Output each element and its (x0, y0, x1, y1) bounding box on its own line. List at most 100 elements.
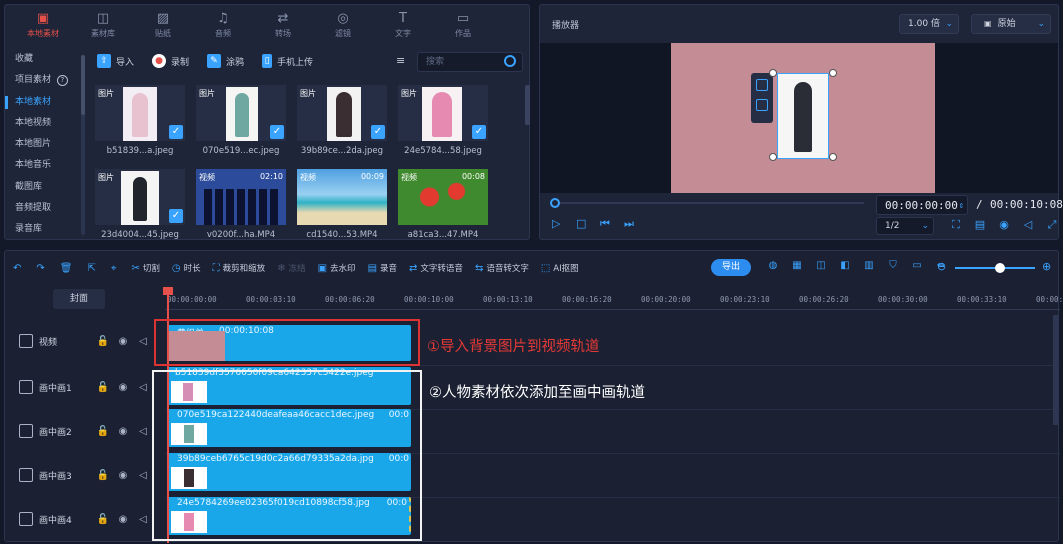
seek-handle[interactable] (550, 198, 560, 208)
delete-button[interactable]: 🗑 (60, 263, 76, 274)
search-icon[interactable] (504, 55, 516, 67)
export-button[interactable]: 导出 (711, 259, 751, 276)
media-item[interactable]: 图片 ✓ 23d4004...45.jpeg (95, 169, 185, 240)
undo-button[interactable]: ↶ (13, 263, 24, 274)
volume-icon[interactable]: ◁ (133, 336, 153, 347)
shield-icon[interactable]: ⛉ (881, 260, 905, 271)
checkbox-checked-icon[interactable]: ✓ (169, 209, 183, 223)
marker-button[interactable]: ⌖ (111, 263, 120, 274)
lock-icon[interactable]: 🔓 (93, 336, 113, 347)
text-to-speech-button[interactable]: ⇄ 文字转语音 (409, 262, 463, 275)
fullscreen-icon[interactable]: ⤢ (1040, 218, 1063, 232)
remove-watermark-button[interactable]: ▣ 去水印 (318, 262, 356, 275)
ratio-select[interactable]: 1/2 ⌄ (876, 217, 934, 235)
zoom-slider-handle[interactable] (995, 263, 1005, 273)
current-time[interactable]: 00:00:00:00 ⇕ (876, 195, 968, 215)
eye-icon[interactable]: ◉ (113, 336, 133, 347)
resize-handle[interactable] (769, 153, 777, 161)
record-audio-button[interactable]: ▤ 录音 (368, 262, 397, 275)
split-view-icon[interactable]: ◫ (809, 260, 833, 271)
nav-sticker[interactable]: ▨ 贴纸 (133, 5, 193, 45)
nav-library[interactable]: ◫ 素材库 (73, 5, 133, 45)
freeze-button[interactable]: ❄ 冻结 (277, 262, 305, 275)
sidebar-item-image[interactable]: 本地图片 (5, 134, 89, 155)
time-stepper-icon[interactable]: ⇕ (959, 196, 964, 216)
sidebar-item-local[interactable]: 本地素材 (5, 92, 89, 113)
checkbox-checked-icon[interactable]: ✓ (472, 125, 486, 139)
media-item[interactable]: 视频 00:09 cd1540...53.MP4 (297, 169, 387, 240)
play-icon[interactable]: ▷ (552, 217, 576, 231)
media-item[interactable]: 图片 ✓ 39b89ce...2da.jpeg (297, 85, 387, 156)
grid-icon[interactable]: ▦ (785, 260, 809, 271)
record-button[interactable]: ● 录制 (152, 54, 189, 68)
redo-button[interactable]: ↷ (36, 263, 47, 274)
sidebar-item-audio-extract[interactable]: 音频提取 (5, 198, 89, 219)
nav-text[interactable]: T 文字 (373, 5, 433, 45)
media-item[interactable]: 视频 02:10 v0200f...ha.MP4 (196, 169, 286, 240)
crop-zoom-button[interactable]: ⛶ 裁剪和缩放 (213, 262, 266, 275)
next-frame-icon[interactable]: ⏭ (624, 217, 648, 231)
ai-cutout-button[interactable]: ⬚ AI抠图 (541, 262, 579, 275)
lock-icon[interactable]: 🔓 (93, 382, 113, 393)
palette-icon[interactable]: ◍ (761, 260, 785, 271)
crop-icon[interactable]: ⛶ (944, 218, 968, 232)
nav-works[interactable]: ▭ 作品 (433, 5, 493, 45)
media-item[interactable]: 图片 ✓ 24e5784...58.jpeg (398, 85, 488, 156)
media-item[interactable]: 图片 ✓ 070e519...ec.jpeg (196, 85, 286, 156)
speed-select[interactable]: 1.00 倍 ⌄ (899, 14, 959, 34)
volume-icon[interactable]: ◁ (133, 426, 153, 437)
zoom-in-icon[interactable]: ⊕ (1042, 260, 1051, 273)
media-item[interactable]: 视频 00:08 a81ca3...47.MP4 (398, 169, 488, 240)
sidebar-item-video[interactable]: 本地视频 (5, 113, 89, 134)
help-icon[interactable]: ? (56, 75, 68, 87)
sidebar-item-recordings[interactable]: 录音库 (5, 219, 89, 240)
sidebar-item-screenshots[interactable]: 截图库 (5, 177, 89, 198)
seek-bar[interactable] (550, 198, 864, 208)
nav-audio[interactable]: ♫ 音频 (193, 5, 253, 45)
preview-canvas[interactable] (671, 43, 935, 193)
split-button[interactable]: ✂ 切割 (132, 262, 160, 275)
checkbox-checked-icon[interactable]: ✓ (169, 125, 183, 139)
resize-handle[interactable] (769, 69, 777, 77)
nav-local-media[interactable]: ▣ 本地素材 (13, 5, 73, 45)
volume-icon[interactable]: ◁ (1016, 218, 1040, 232)
cover-button[interactable]: 封面 (53, 289, 105, 309)
media-item[interactable]: 图片 ✓ b51839...a.jpeg (95, 85, 185, 156)
eye-icon[interactable]: ◉ (113, 470, 133, 481)
select-tool-button[interactable]: ⇱ (87, 263, 98, 274)
import-button[interactable]: ⇧ 导入 (97, 54, 134, 68)
eye-icon[interactable]: ◉ (113, 514, 133, 525)
layer-down-icon[interactable] (756, 99, 768, 111)
phone-upload-button[interactable]: ▯ 手机上传 (262, 54, 313, 68)
snapshot-icon[interactable]: ◉ (992, 218, 1016, 232)
media-grid-scrollbar[interactable] (525, 85, 530, 125)
timeline-scrollbar[interactable] (1053, 315, 1058, 425)
nav-filter[interactable]: ◎ 滤镜 (313, 5, 373, 45)
mirror-icon[interactable]: ◧ (833, 260, 857, 271)
stop-icon[interactable]: □ (576, 217, 600, 231)
nav-transition[interactable]: ⇄ 转场 (253, 5, 313, 45)
lock-icon[interactable]: 🔓 (93, 426, 113, 437)
prev-frame-icon[interactable]: ⏮ (600, 217, 624, 231)
doodle-button[interactable]: ✎ 涂鸦 (207, 54, 244, 68)
eye-icon[interactable]: ◉ (113, 426, 133, 437)
search-input[interactable]: 搜索 (417, 52, 523, 72)
sort-icon[interactable]: ≡ (396, 54, 405, 67)
eye-icon[interactable]: ◉ (113, 382, 133, 393)
subtitle-icon[interactable]: ▤ (968, 218, 992, 232)
aspect-select[interactable]: ▣ 原始 ⌄ (971, 14, 1051, 34)
selected-character[interactable] (777, 73, 829, 159)
resize-handle[interactable] (829, 69, 837, 77)
resize-handle[interactable] (829, 153, 837, 161)
sidebar-item-music[interactable]: 本地音乐 (5, 155, 89, 176)
checkbox-checked-icon[interactable]: ✓ (270, 125, 284, 139)
layer-up-icon[interactable] (756, 79, 768, 91)
sidebar-scrollbar[interactable] (81, 55, 85, 235)
lock-icon[interactable]: 🔓 (93, 514, 113, 525)
volume-icon[interactable]: ◁ (133, 382, 153, 393)
zoom-out-icon[interactable]: ⊖ (937, 260, 946, 273)
frame-icon[interactable]: ▭ (905, 260, 929, 271)
speech-to-text-button[interactable]: ⇆ 语音转文字 (475, 262, 529, 275)
lock-icon[interactable]: 🔓 (93, 470, 113, 481)
sidebar-item-favorites[interactable]: 收藏 (5, 49, 89, 70)
